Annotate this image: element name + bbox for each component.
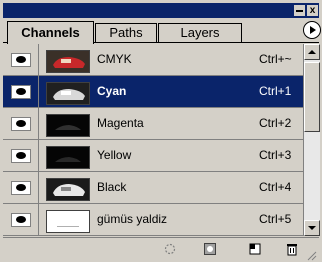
channel-row-black[interactable]: Black Ctrl+4 [3,172,303,204]
channel-thumbnail [46,178,90,201]
channel-actions-bar [3,237,319,261]
visibility-toggle[interactable] [3,204,39,235]
new-channel-icon[interactable] [248,242,262,256]
scroll-up-icon[interactable] [304,44,320,60]
eye-icon [11,213,31,227]
channel-name: gümüs yaldiz [97,212,168,226]
vertical-scrollbar[interactable] [303,44,320,236]
eye-icon [11,53,31,67]
channel-name: Cyan [97,84,127,98]
channel-shortcut: Ctrl+2 [259,116,292,130]
tab-layers[interactable]: Layers [158,23,242,42]
eye-icon [11,181,31,195]
channel-list: CMYK Ctrl+~ Cyan Ctrl+1 Magenta Ctrl+2 Y… [3,44,303,236]
panel-menu-arrow-icon[interactable] [303,21,321,39]
resize-grip-icon[interactable] [307,248,317,261]
channel-name: Yellow [97,148,132,162]
tab-channels[interactable]: Channels [7,21,94,44]
close-icon[interactable]: x [307,5,318,16]
channel-row-yellow[interactable]: Yellow Ctrl+3 [3,140,303,172]
visibility-toggle[interactable] [3,140,39,171]
visibility-toggle[interactable] [3,76,39,107]
minimize-icon[interactable] [294,5,305,16]
scroll-thumb[interactable] [304,62,320,132]
delete-channel-icon[interactable] [285,242,299,256]
visibility-toggle[interactable] [3,44,39,75]
channel-row-gumus-yaldiz[interactable]: gümüs yaldiz Ctrl+5 [3,204,303,236]
channel-shortcut: Ctrl+3 [259,148,292,162]
channels-panel: x Layers Paths Channels CMYK Ctrl+~ Cyan… [0,0,322,262]
save-selection-icon[interactable] [203,242,217,256]
eye-icon [11,85,31,99]
channel-row-cyan[interactable]: Cyan Ctrl+1 [3,76,303,108]
eye-icon [11,149,31,163]
panel-titlebar[interactable]: x [3,3,319,18]
channel-thumbnail [46,146,90,169]
channel-name: Black [97,180,127,194]
tab-bar: Layers Paths Channels [3,18,319,44]
eye-icon [11,117,31,131]
channel-name: Magenta [97,116,144,130]
channel-shortcut: Ctrl+~ [259,52,292,66]
channel-thumbnail [46,114,90,137]
channel-shortcut: Ctrl+5 [259,212,292,226]
channel-thumbnail [46,82,90,105]
visibility-toggle[interactable] [3,172,39,203]
channel-row-cmyk[interactable]: CMYK Ctrl+~ [3,44,303,76]
visibility-toggle[interactable] [3,108,39,139]
channel-thumbnail [46,210,90,233]
tab-paths[interactable]: Paths [95,23,157,42]
channel-shortcut: Ctrl+4 [259,180,292,194]
scroll-down-icon[interactable] [304,220,320,236]
channel-row-magenta[interactable]: Magenta Ctrl+2 [3,108,303,140]
channel-thumbnail [46,50,90,73]
load-selection-icon[interactable] [163,242,177,256]
channel-name: CMYK [97,52,132,66]
channel-shortcut: Ctrl+1 [259,84,292,98]
